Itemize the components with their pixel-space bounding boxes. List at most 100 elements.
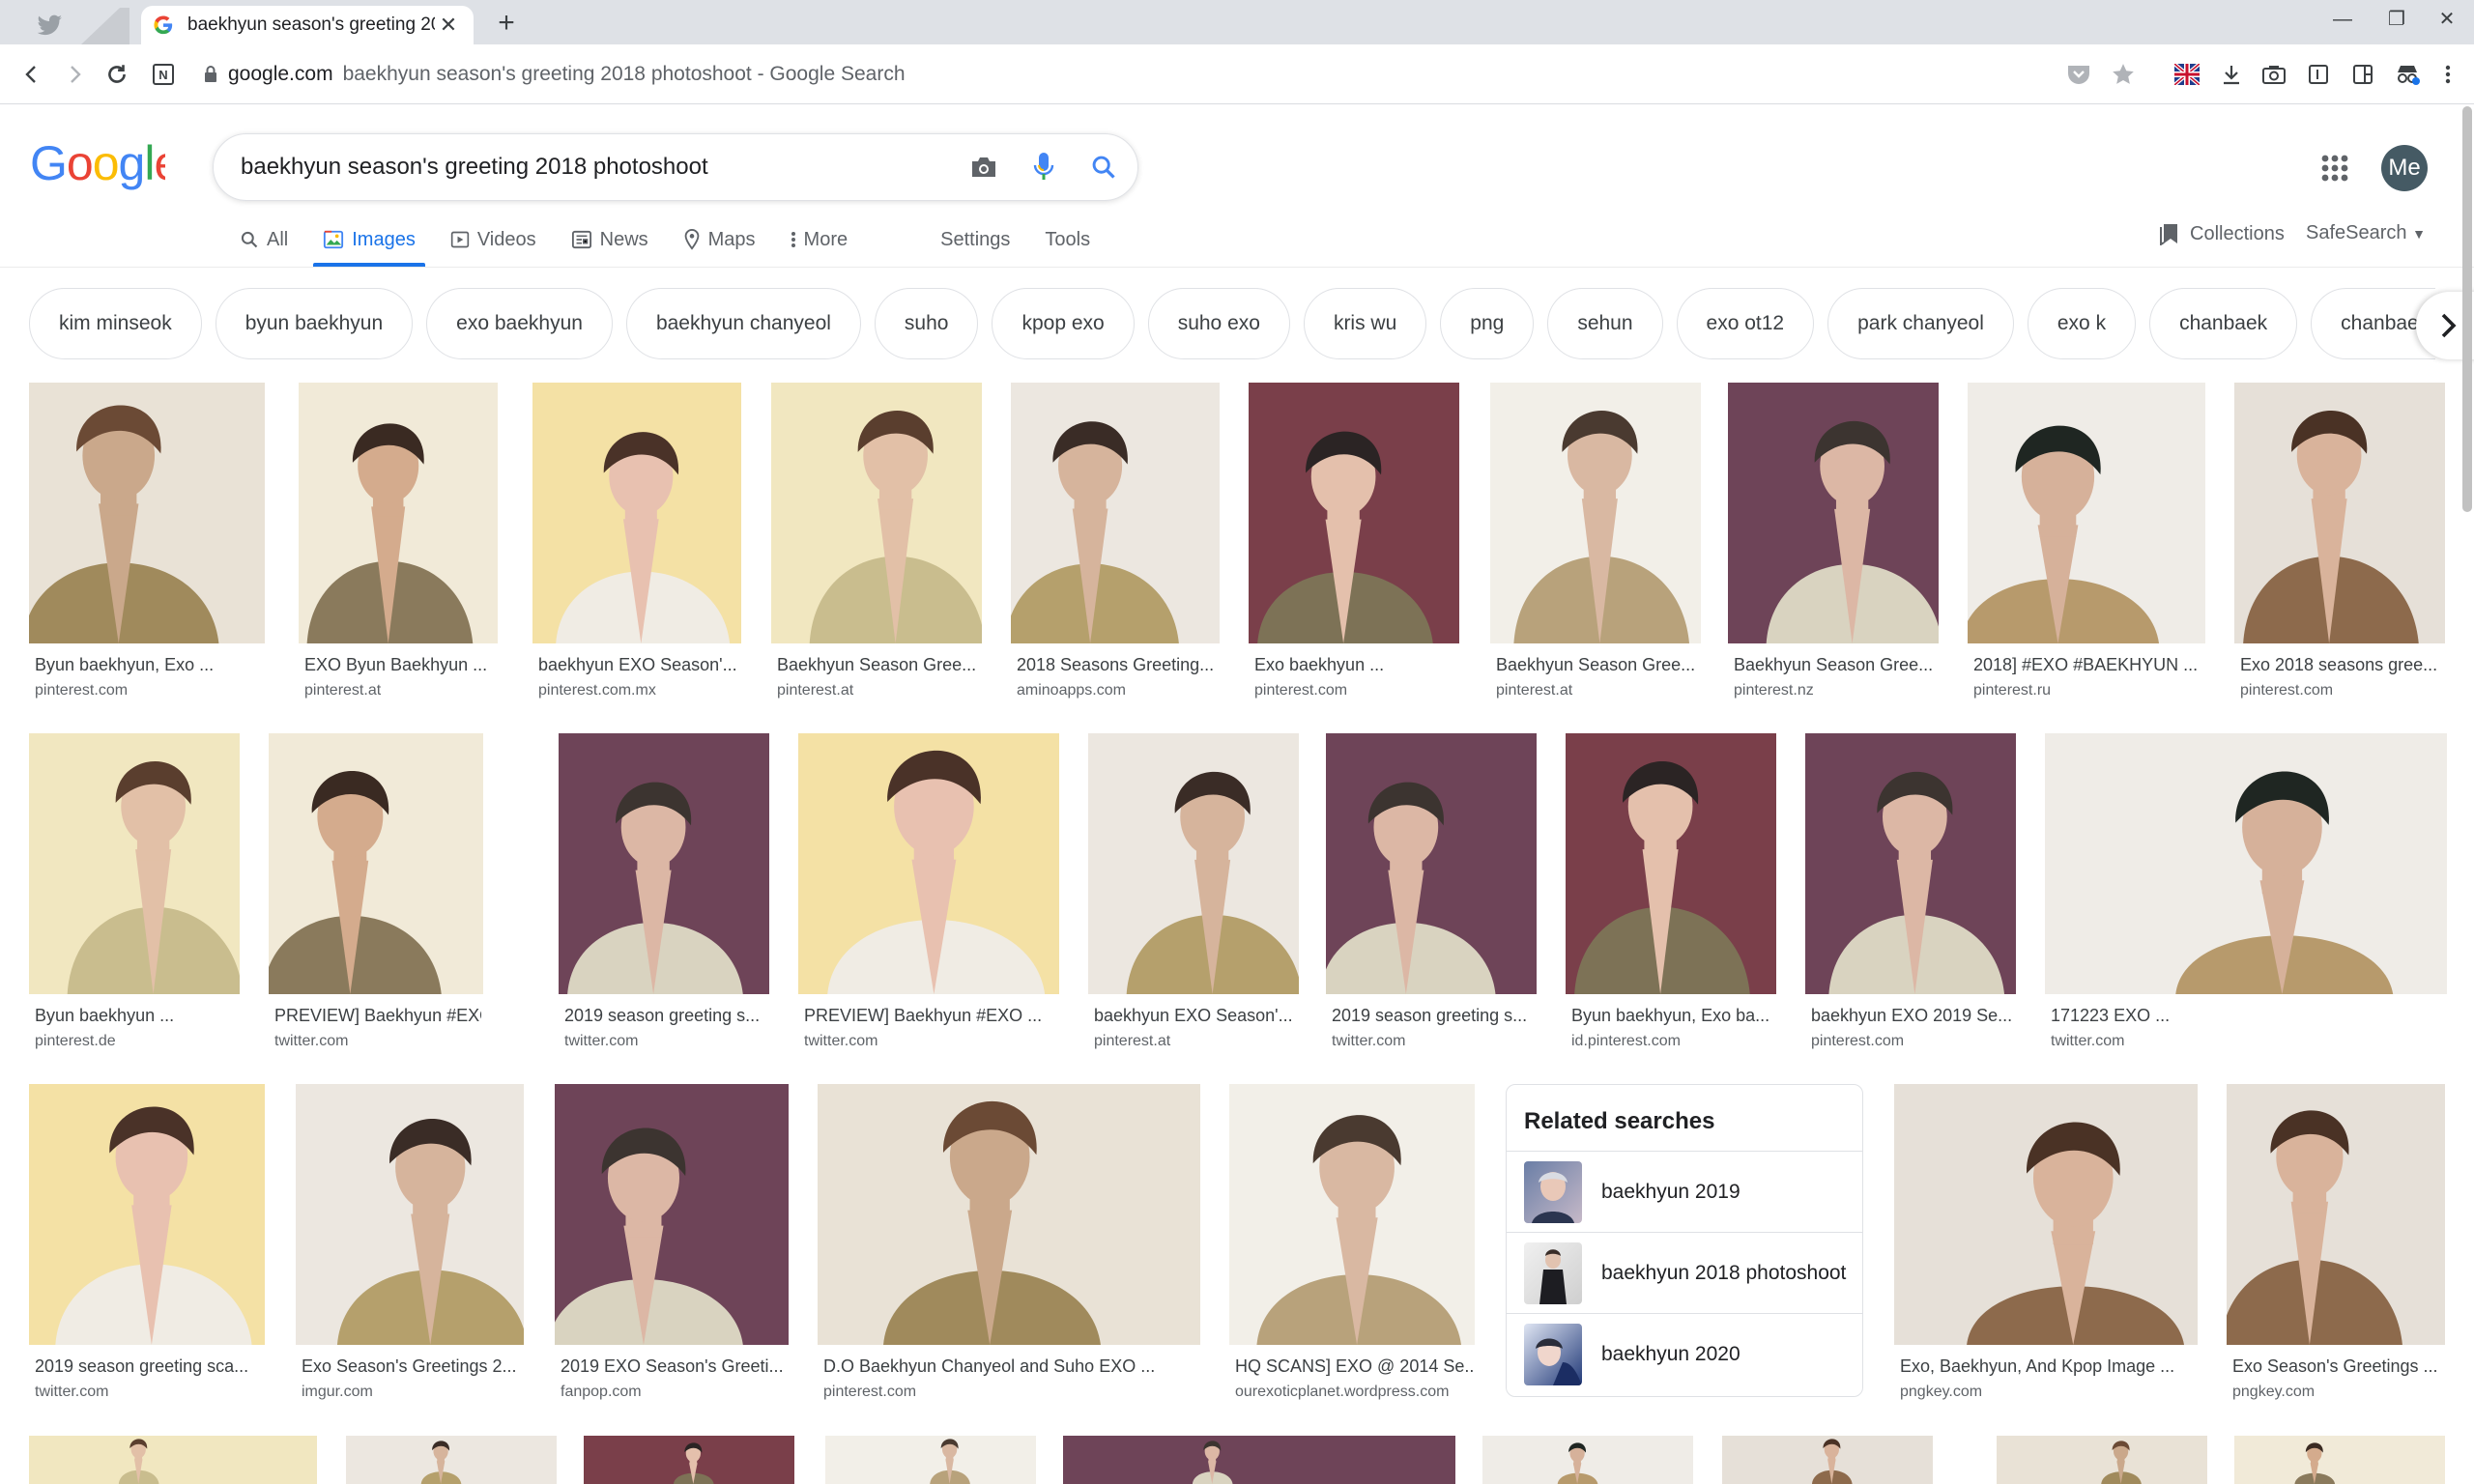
result-title[interactable]: Exo Season's Greetings ... (2232, 1356, 2443, 1377)
result-thumbnail[interactable] (2227, 1084, 2445, 1345)
result-thumbnail[interactable] (1326, 733, 1537, 994)
inactive-tab-twitter[interactable] (23, 6, 129, 44)
image-result[interactable] (2234, 1436, 2445, 1484)
image-result[interactable]: baekhyun EXO Season'... pinterest.com.mx (532, 383, 741, 705)
result-thumbnail[interactable] (29, 733, 240, 994)
restore-icon[interactable]: ❐ (2370, 0, 2424, 39)
address-bar[interactable]: google.com baekhyun season's greeting 20… (203, 58, 906, 91)
result-title[interactable]: EXO Byun Baekhyun ... (304, 655, 496, 675)
result-title[interactable]: PREVIEW] Baekhyun #EXO ... (274, 1006, 481, 1026)
tools-link[interactable]: Tools (1045, 213, 1090, 267)
image-result[interactable]: Byun baekhyun ... pinterest.de (29, 733, 240, 1056)
chip-suggestion[interactable]: kpop exo (992, 288, 1135, 359)
chip-suggestion[interactable]: byun baekhyun (215, 288, 414, 359)
image-result[interactable]: Exo baekhyun ... pinterest.com (1249, 383, 1459, 705)
image-result[interactable] (1063, 1436, 1455, 1484)
result-title[interactable]: Byun baekhyun, Exo ... (35, 655, 263, 675)
chip-suggestion[interactable]: suho exo (1147, 288, 1290, 359)
incognito-profile-icon[interactable] (2391, 58, 2424, 91)
result-source[interactable]: pinterest.com (1811, 1033, 1904, 1050)
result-source[interactable]: twitter.com (2051, 1033, 2124, 1050)
result-title[interactable]: 2019 season greeting s... (564, 1006, 767, 1026)
chip-suggestion[interactable]: park chanyeol (1827, 288, 2014, 359)
pocket-icon[interactable] (2062, 58, 2095, 91)
result-source[interactable]: pinterest.ru (1973, 682, 2051, 699)
result-thumbnail[interactable] (818, 1084, 1200, 1345)
result-source[interactable]: twitter.com (1332, 1033, 1405, 1050)
download-icon[interactable] (2215, 58, 2248, 91)
chip-suggestion[interactable]: kim minseok (29, 288, 202, 359)
result-title[interactable]: 171223 EXO ... (2051, 1006, 2445, 1026)
image-result[interactable]: baekhyun EXO Season'... pinterest.at (1088, 733, 1299, 1056)
reader-mode-icon[interactable] (2302, 58, 2335, 91)
result-thumbnail[interactable] (1249, 383, 1459, 643)
image-result[interactable] (1722, 1436, 1933, 1484)
new-tab-button[interactable]: + (489, 6, 524, 41)
microphone-icon[interactable] (1018, 141, 1070, 193)
result-source[interactable]: imgur.com (302, 1384, 373, 1401)
result-thumbnail[interactable] (1088, 733, 1299, 994)
result-thumbnail[interactable] (532, 383, 741, 643)
result-source[interactable]: pinterest.com (35, 682, 128, 699)
image-result[interactable] (1482, 1436, 1693, 1484)
image-result[interactable]: baekhyun EXO 2019 Se... pinterest.com (1805, 733, 2016, 1056)
chip-suggestion[interactable]: chanbaek (2149, 288, 2298, 359)
result-source[interactable]: fanpop.com (561, 1384, 642, 1401)
image-result[interactable] (584, 1436, 794, 1484)
result-source[interactable]: twitter.com (564, 1033, 638, 1050)
camera-search-icon[interactable] (958, 141, 1010, 193)
safesearch-dropdown[interactable]: SafeSearch ▼ (2306, 222, 2426, 244)
image-result[interactable]: D.O Baekhyun Chanyeol and Suho EXO ... pi… (818, 1084, 1200, 1407)
search-query[interactable]: baekhyun season's greeting 2018 photosho… (241, 154, 958, 181)
result-source[interactable]: pinterest.nz (1734, 682, 1814, 699)
result-thumbnail[interactable] (29, 383, 265, 643)
result-thumbnail[interactable] (798, 733, 1059, 994)
result-title[interactable]: 2019 season greeting sca... (35, 1356, 263, 1377)
result-source[interactable]: aminoapps.com (1017, 682, 1126, 699)
search-submit-icon[interactable] (1078, 141, 1130, 193)
active-tab[interactable]: baekhyun season's greeting 20 ✕ (141, 6, 474, 44)
result-source[interactable]: twitter.com (35, 1384, 108, 1401)
forward-icon[interactable] (56, 56, 93, 93)
browser-menu-icon[interactable] (2431, 58, 2464, 91)
result-source[interactable]: pinterest.com.mx (538, 682, 656, 699)
reload-icon[interactable] (99, 56, 135, 93)
image-result[interactable]: 2018] #EXO #BAEKHYUN ... pinterest.ru (1968, 383, 2205, 705)
result-source[interactable]: pinterest.de (35, 1033, 116, 1050)
result-thumbnail[interactable] (29, 1084, 265, 1345)
result-title[interactable]: HQ SCANS] EXO @ 2014 Se... (1235, 1356, 1473, 1377)
result-thumbnail[interactable] (771, 383, 982, 643)
image-result[interactable]: 2019 season greeting s... twitter.com (1326, 733, 1537, 1056)
result-source[interactable]: pinterest.at (1496, 682, 1572, 699)
google-logo[interactable]: Google (30, 136, 181, 205)
image-result[interactable]: 171223 EXO ... twitter.com (2045, 733, 2447, 1056)
camera-capture-icon[interactable] (2258, 58, 2290, 91)
result-title[interactable]: 2019 season greeting s... (1332, 1006, 1535, 1026)
image-result[interactable]: Byun baekhyun, Exo ... pinterest.com (29, 383, 265, 705)
chip-suggestion[interactable]: exo baekhyun (426, 288, 613, 359)
collections-button[interactable]: Collections (2159, 222, 2285, 245)
chip-suggestion[interactable]: baekhyun chanyeol (625, 288, 861, 359)
image-result[interactable]: Baekhyun Season Gree... pinterest.at (1490, 383, 1701, 705)
result-title[interactable]: 2018 Seasons Greeting... (1017, 655, 1218, 675)
image-result[interactable]: PREVIEW] Baekhyun #EXO ... twitter.com (798, 733, 1059, 1056)
search-input[interactable]: baekhyun season's greeting 2018 photosho… (213, 133, 1138, 201)
result-title[interactable]: Byun baekhyun, Exo ba... (1571, 1006, 1774, 1026)
back-icon[interactable] (14, 56, 50, 93)
image-result[interactable]: Exo 2018 seasons gree... pinterest.com (2234, 383, 2445, 705)
image-result[interactable]: 2018 Seasons Greeting... aminoapps.com (1011, 383, 1220, 705)
result-title[interactable]: PREVIEW] Baekhyun #EXO ... (804, 1006, 1057, 1026)
chip-suggestion[interactable]: suho (874, 288, 979, 359)
image-result[interactable]: Exo Season's Greetings ... pngkey.com (2227, 1084, 2445, 1407)
tab-close-icon[interactable]: ✕ (435, 13, 462, 38)
tab-maps[interactable]: Maps (683, 213, 756, 267)
image-result[interactable] (825, 1436, 1036, 1484)
result-thumbnail[interactable] (1566, 733, 1776, 994)
related-search-item[interactable]: baekhyun 2020 (1507, 1313, 1862, 1394)
result-title[interactable]: Baekhyun Season Gree... (777, 655, 980, 675)
result-thumbnail[interactable] (1229, 1084, 1475, 1345)
page-scrollbar[interactable] (2462, 106, 2472, 512)
image-result[interactable] (346, 1436, 557, 1484)
result-title[interactable]: baekhyun EXO 2019 Se... (1811, 1006, 2014, 1026)
result-title[interactable]: Baekhyun Season Gree... (1496, 655, 1699, 675)
